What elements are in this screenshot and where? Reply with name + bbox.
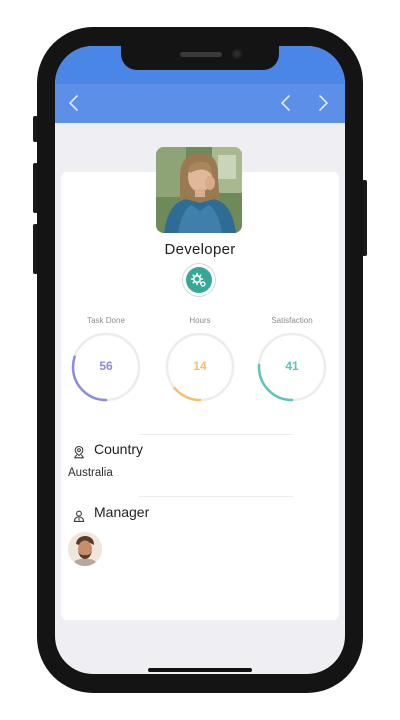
settings-button-fill bbox=[186, 267, 212, 293]
chevron-left-icon bbox=[281, 95, 290, 111]
chevron-right-icon bbox=[319, 95, 328, 111]
manager-title: Manager bbox=[94, 504, 150, 520]
back-button[interactable] bbox=[63, 92, 85, 114]
divider bbox=[139, 496, 293, 497]
location-pin-icon bbox=[72, 445, 86, 459]
stat-hours: Hours 14 bbox=[163, 316, 237, 406]
previous-button[interactable] bbox=[275, 92, 297, 114]
stat-satisfaction: Satisfaction 41 bbox=[255, 316, 329, 406]
stat-value: 41 bbox=[285, 359, 299, 373]
chevron-left-icon bbox=[69, 95, 78, 111]
settings-button[interactable] bbox=[183, 264, 215, 296]
phone-screen: Developer Task Done 56 Hours 14 Satisfac… bbox=[55, 46, 345, 674]
home-indicator[interactable] bbox=[148, 668, 252, 672]
user-icon bbox=[72, 509, 86, 523]
speaker-grille bbox=[180, 52, 222, 57]
front-camera bbox=[232, 49, 242, 59]
notch bbox=[121, 46, 279, 70]
stat-label: Hours bbox=[189, 316, 211, 325]
country-title: Country bbox=[94, 441, 144, 457]
profile-photo bbox=[156, 147, 242, 233]
navigation-bar bbox=[55, 84, 345, 123]
stat-task-done: Task Done 56 bbox=[69, 316, 143, 406]
stat-value: 56 bbox=[99, 359, 113, 373]
divider bbox=[139, 434, 293, 435]
country-value: Australia bbox=[68, 467, 113, 479]
stat-label: Satisfaction bbox=[271, 316, 313, 325]
profile-role: Developer bbox=[164, 241, 236, 258]
next-button[interactable] bbox=[312, 92, 334, 114]
stat-value: 14 bbox=[193, 359, 207, 373]
manager-avatar[interactable] bbox=[68, 532, 102, 566]
gear-icon bbox=[190, 272, 206, 287]
stat-label: Task Done bbox=[87, 316, 125, 325]
